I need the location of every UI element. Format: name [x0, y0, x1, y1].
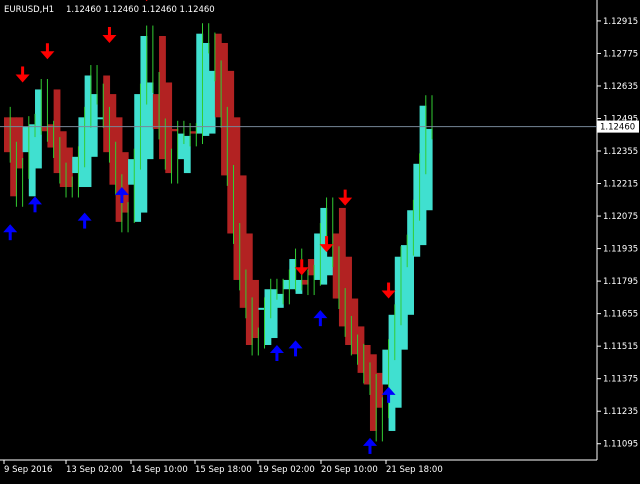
x-tick-label: 15 Sep 18:00: [195, 465, 252, 475]
x-tick-label: 21 Sep 18:00: [386, 465, 443, 475]
y-tick-label: 1.12075: [603, 212, 638, 222]
trend-band-segment: [202, 42, 210, 136]
buy-arrow-icon: [362, 437, 377, 454]
y-tick-label: 1.11235: [603, 407, 638, 417]
symbol-label: EURUSD,H1: [4, 5, 54, 15]
buy-arrow-icon: [313, 310, 328, 327]
y-tick-label: 1.11935: [603, 245, 638, 255]
buy-arrow-icon: [77, 212, 92, 229]
x-tick-label: 13 Sep 02:00: [66, 465, 123, 475]
sell-arrow-icon: [102, 26, 117, 43]
y-tick-label: 1.11655: [603, 310, 638, 320]
sell-arrow-icon: [294, 259, 309, 276]
trend-band-segment: [146, 82, 154, 160]
x-tick-label: 9 Sep 2016: [4, 465, 52, 475]
y-tick-label: 1.11375: [603, 375, 638, 385]
buy-arrow-icon: [28, 196, 43, 213]
y-tick-label: 1.12775: [603, 49, 638, 59]
y-tick-label: 1.12915: [603, 17, 638, 27]
buy-arrow-icon: [269, 345, 284, 361]
y-tick-label: 1.11795: [603, 277, 638, 287]
x-tick-label: 19 Sep 02:00: [258, 465, 315, 475]
y-tick-label: 1.11095: [603, 440, 638, 450]
chart-canvas[interactable]: 1.129151.127751.126351.124951.123551.122…: [0, 0, 640, 480]
sell-arrow-icon: [338, 189, 353, 206]
y-tick-label: 1.12215: [603, 180, 638, 190]
x-tick-label: 14 Sep 10:00: [131, 465, 188, 475]
y-tick-label: 1.12635: [603, 82, 638, 92]
price-chart[interactable]: 1.12915 1.12775 1.12635 1.12495 1.12355 1.122…: [0, 0, 640, 480]
sell-arrow-icon: [15, 66, 30, 83]
buy-arrow-icon: [3, 224, 18, 241]
ohlc-label: 1.12460 1.12460 1.12460 1.12460: [66, 5, 215, 15]
buy-arrow-icon: [288, 340, 303, 357]
x-tick-label: 20 Sep 10:00: [321, 465, 378, 475]
sell-arrow-icon: [145, 0, 148, 2]
trend-bands: [4, 33, 433, 431]
trend-band-segment: [425, 128, 433, 211]
sell-arrow-icon: [381, 282, 396, 299]
y-tick-label: 1.12355: [603, 147, 638, 157]
current-price-label: 1.12460: [600, 123, 635, 133]
sell-arrow-icon: [40, 43, 55, 60]
y-tick-label: 1.11515: [603, 342, 638, 352]
